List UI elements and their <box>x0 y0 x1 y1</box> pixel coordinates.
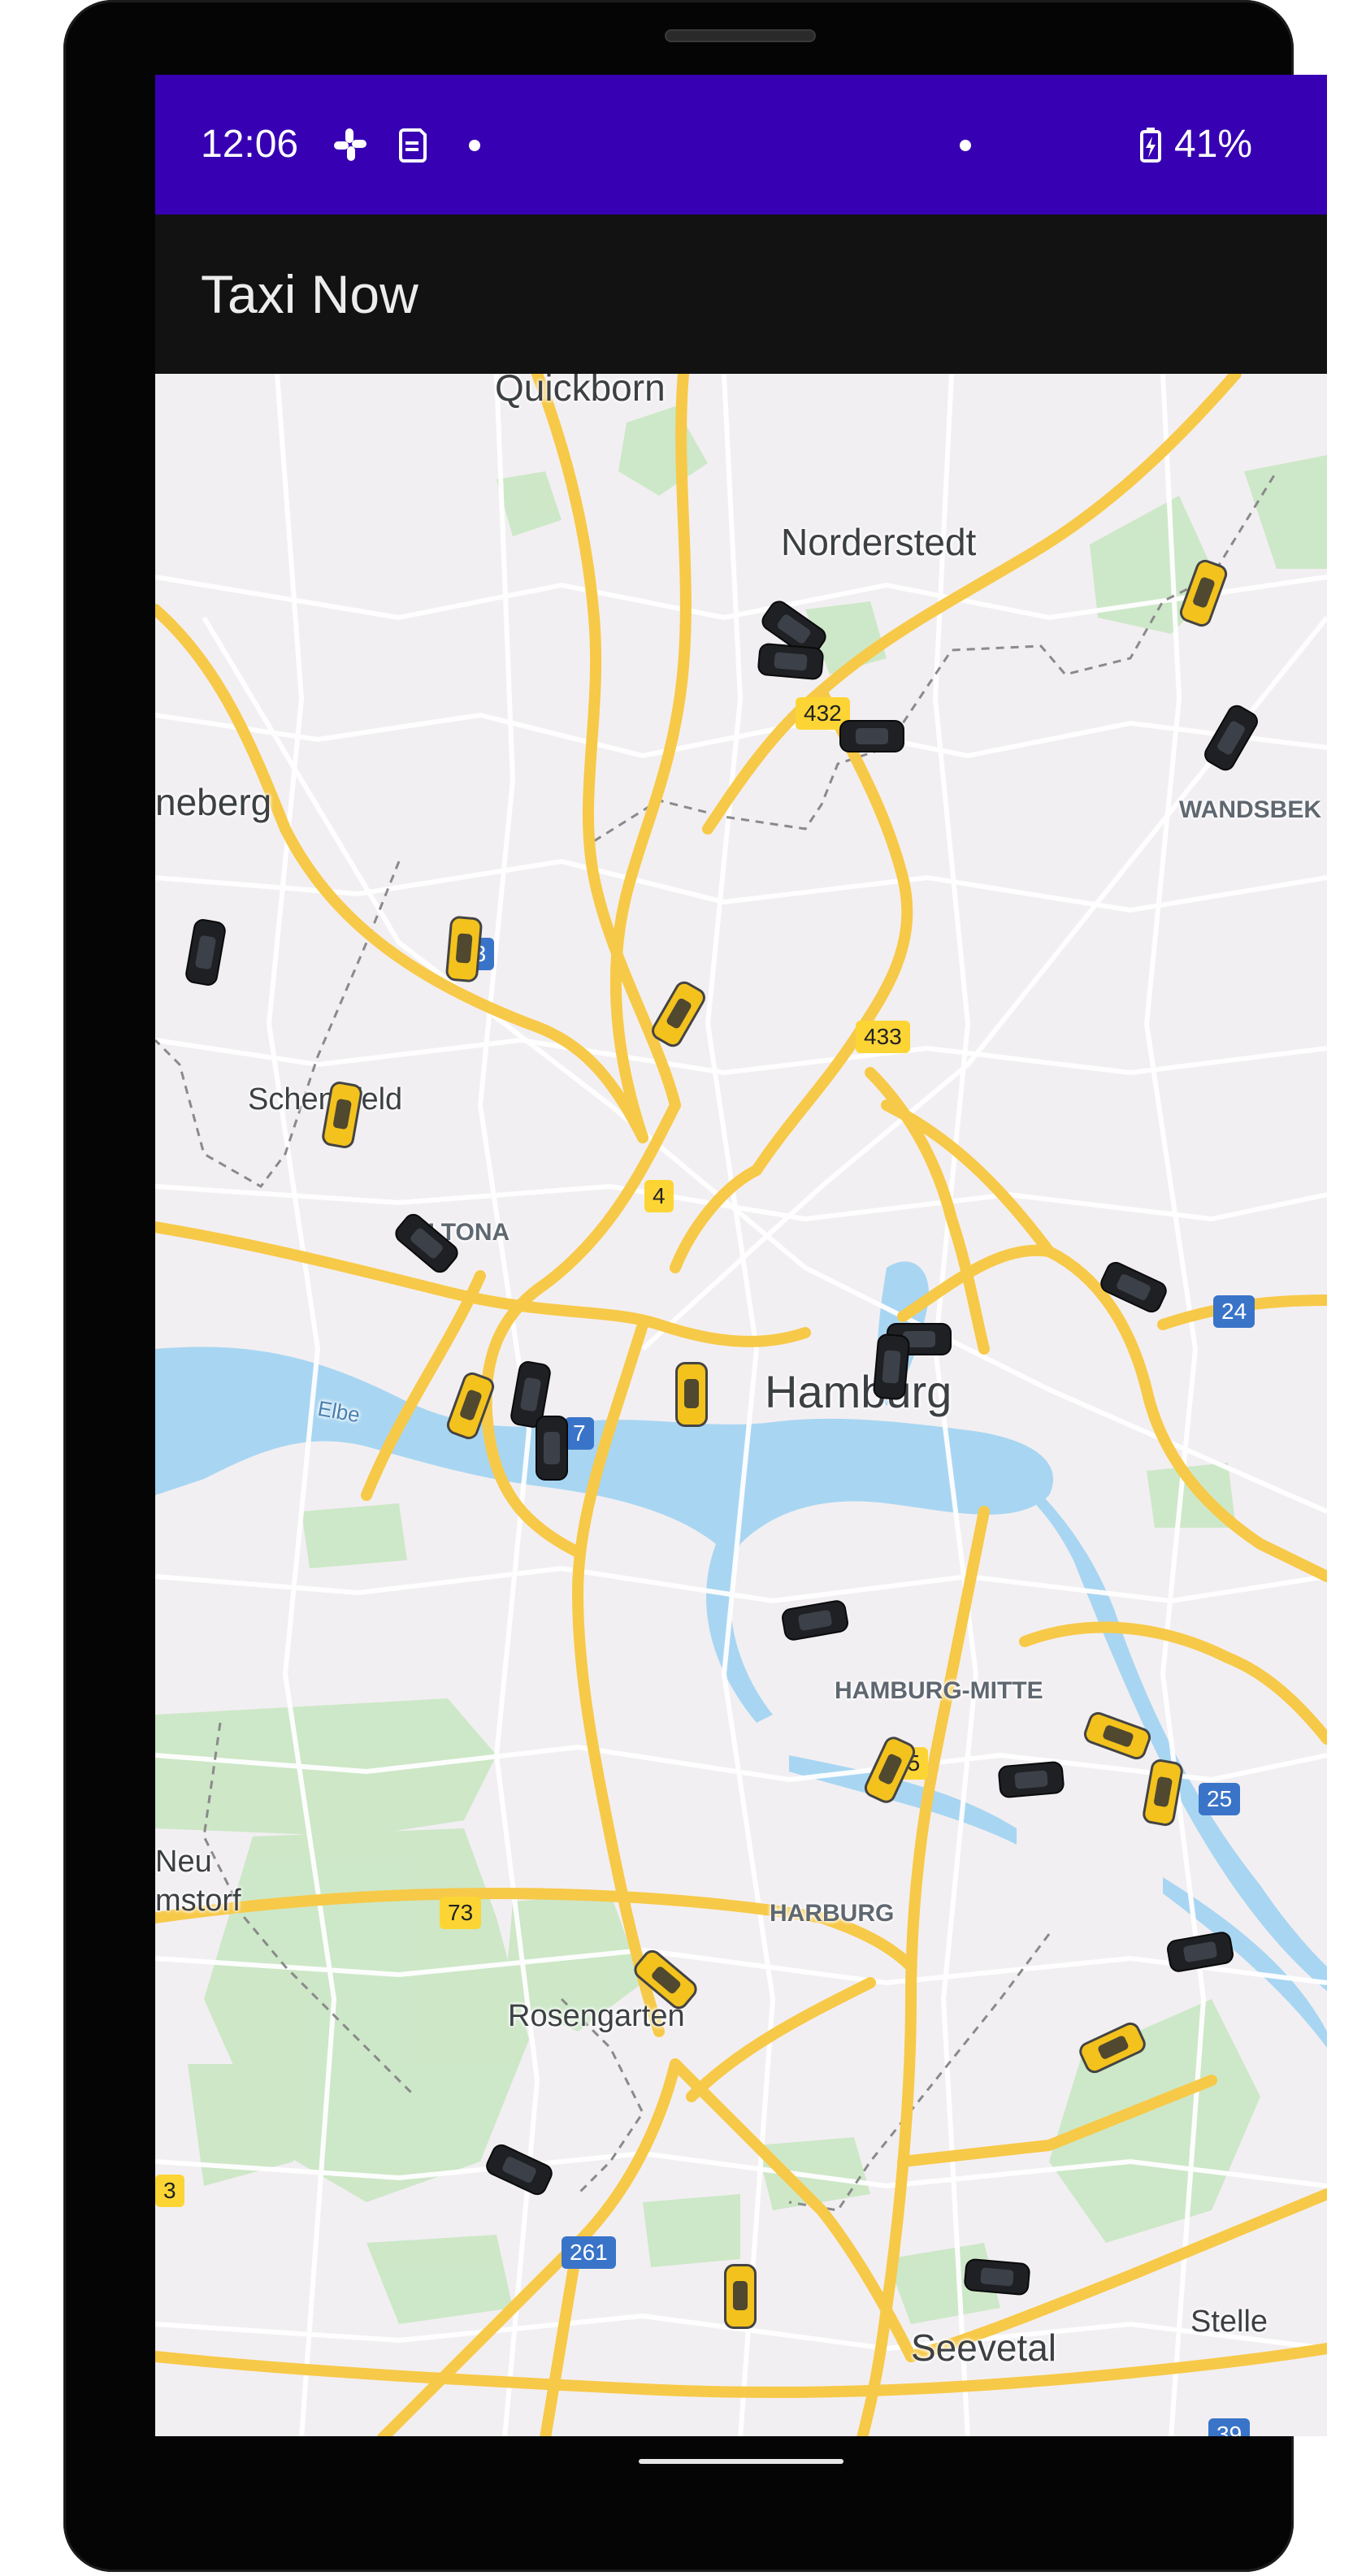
screen: 12:06 41% Taxi Now Quickborn Norderstedt… <box>155 75 1327 2436</box>
road-shield-433: 433 <box>856 1021 910 1053</box>
road-shield-25: 25 <box>1199 1783 1241 1815</box>
app-title: Taxi Now <box>201 264 418 324</box>
place-label-quickborn: Quickborn <box>495 374 666 409</box>
slack-icon <box>334 128 366 161</box>
status-bar: 12:06 41% <box>155 75 1327 215</box>
battery-charging-icon <box>1140 128 1161 163</box>
taxi-marker-available[interactable] <box>675 1362 708 1427</box>
place-label-harburg: HARBURG <box>770 1900 895 1927</box>
road-shield-7: 7 <box>565 1417 594 1450</box>
road-shield-4: 4 <box>644 1180 674 1212</box>
taxi-marker-occupied[interactable] <box>839 720 904 752</box>
place-label-wulmstorf: mstorf <box>155 1884 241 1918</box>
place-label-norderstedt: Norderstedt <box>781 521 977 563</box>
place-label-hamburg-mitte: HAMBURG-MITTE <box>835 1677 1043 1704</box>
place-label-seevetal: Seevetal <box>911 2327 1057 2369</box>
place-label-schenefeld: Schenefeld <box>248 1082 403 1117</box>
app-bar: Taxi Now <box>155 215 1327 374</box>
taxi-marker-available[interactable] <box>724 2264 757 2329</box>
phone-frame: 12:06 41% Taxi Now Quickborn Norderstedt… <box>63 0 1327 2572</box>
sim-card-icon <box>399 128 427 163</box>
google-logo[interactable]: Google <box>175 2431 339 2436</box>
place-label-hamburg: Hamburg <box>765 1366 952 1417</box>
road-shield-3: 3 <box>155 2175 184 2207</box>
place-label-stelle: Stelle <box>1190 2305 1268 2339</box>
map-view[interactable]: Quickborn Norderstedt neberg WANDSBEK Sc… <box>155 374 1327 2436</box>
taxi-marker-available[interactable] <box>444 915 484 983</box>
place-label-pinneberg: neberg <box>155 781 272 823</box>
road-shield-24: 24 <box>1213 1295 1255 1328</box>
taxi-marker-occupied[interactable] <box>963 2257 1031 2296</box>
notification-dot-icon <box>469 140 480 151</box>
place-label-rosengarten: Rosengarten <box>508 1999 685 2033</box>
notification-dot-icon <box>960 140 971 151</box>
speaker-grille <box>665 29 816 42</box>
place-label-neu: Neu <box>155 1845 212 1879</box>
taxi-marker-occupied[interactable] <box>757 642 825 681</box>
taxi-marker-occupied[interactable] <box>997 1760 1065 1799</box>
place-label-wandsbek: WANDSBEK <box>1179 796 1322 823</box>
taxi-marker-occupied[interactable] <box>872 1333 911 1401</box>
status-time: 12:06 <box>201 123 299 166</box>
road-shield-39: 39 <box>1208 2418 1251 2436</box>
taxi-marker-occupied[interactable] <box>536 1416 568 1481</box>
home-indicator[interactable] <box>639 2459 843 2464</box>
road-shield-73: 73 <box>440 1897 482 1929</box>
battery-percent: 41% <box>1174 123 1253 166</box>
road-shield-261: 261 <box>562 2236 616 2269</box>
